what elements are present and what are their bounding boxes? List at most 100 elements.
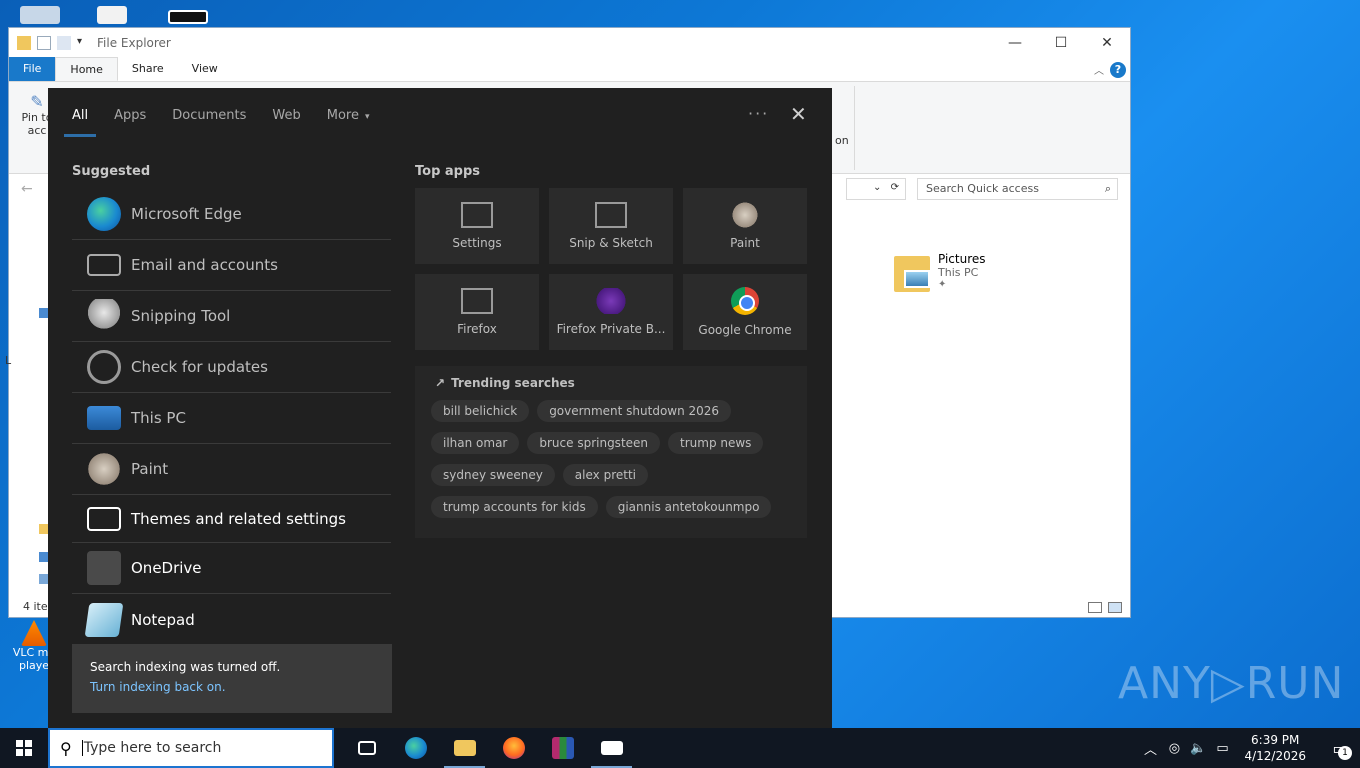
suggested-item-paint[interactable]: Paint (72, 444, 391, 495)
notification-count-badge: 1 (1338, 745, 1352, 760)
suggested-item-label: OneDrive (131, 559, 202, 577)
trending-chips: bill belichick government shutdown 2026 … (431, 400, 791, 518)
suggested-item-themes[interactable]: Themes and related settings (72, 495, 391, 543)
refresh-icon[interactable]: ⟳ (891, 182, 899, 193)
top-apps-grid: Settings Snip & Sketch Paint Firefox Fir… (415, 188, 808, 350)
top-app-settings[interactable]: Settings (415, 188, 539, 264)
explorer-title: File Explorer (97, 36, 171, 50)
tab-file[interactable]: File (9, 57, 56, 81)
help-icon[interactable]: ? (1110, 62, 1126, 78)
suggested-item-snipping-tool[interactable]: Snipping Tool (72, 291, 391, 342)
taskbar-edge[interactable] (391, 728, 440, 768)
ribbon-tabs: File Home Share View ︿ ? (9, 57, 1130, 82)
search-scope-tabs: All Apps Documents Web More ▾ (63, 108, 370, 137)
turn-indexing-on-link[interactable]: Turn indexing back on. (90, 680, 374, 694)
customize-toolbar-icon[interactable]: ▾ (77, 36, 87, 50)
top-app-google-chrome[interactable]: Google Chrome (683, 274, 807, 350)
tab-web[interactable]: Web (272, 108, 300, 137)
anyrun-watermark: ANY▷RUN (1118, 658, 1345, 709)
search-quick-access-input[interactable]: Search Quick access ⌕ (917, 178, 1118, 200)
trending-chip[interactable]: sydney sweeney (431, 464, 555, 486)
suggested-item-onedrive[interactable]: OneDrive (72, 543, 391, 594)
top-app-label: Firefox (457, 322, 497, 336)
view-switcher (1088, 602, 1122, 613)
trending-chip[interactable]: trump accounts for kids (431, 496, 598, 518)
volume-icon[interactable]: 🔈 (1186, 741, 1210, 756)
search-quick-access-placeholder: Search Quick access (926, 182, 1039, 195)
taskbar: ⚲ Type here to search ︿ ◎ 🔈 ▭ 6:39 PM 4/… (0, 728, 1360, 768)
close-button[interactable]: ✕ (1084, 28, 1130, 58)
address-dropdown[interactable]: ⌄ ⟳ (846, 178, 906, 200)
notepad-icon (84, 602, 124, 637)
suggested-item-notepad[interactable]: Notepad (72, 594, 391, 645)
network-icon[interactable]: ▭ (1210, 741, 1234, 756)
taskbar-search-box[interactable]: ⚲ Type here to search (48, 728, 334, 768)
snip-sketch-icon (595, 202, 627, 228)
trending-chip[interactable]: giannis antetokounmpo (605, 496, 772, 518)
edge-icon (404, 737, 427, 759)
top-apps-heading: Top apps (415, 164, 481, 179)
taskbar-file-explorer[interactable] (440, 728, 489, 768)
tab-apps[interactable]: Apps (114, 108, 146, 137)
maximize-button[interactable]: ☐ (1038, 28, 1084, 58)
trending-chip[interactable]: bill belichick (431, 400, 530, 422)
large-icons-view-icon[interactable] (1108, 602, 1122, 613)
top-app-label: Firefox Private B... (556, 322, 666, 336)
trending-chip[interactable]: ilhan omar (431, 432, 520, 454)
clock-date: 4/12/2026 (1244, 749, 1306, 763)
task-view-button[interactable] (342, 728, 391, 768)
search-icon: ⌕ (1104, 182, 1111, 195)
clock[interactable]: 6:39 PM 4/12/2026 (1244, 732, 1306, 764)
minimize-button[interactable]: — (992, 28, 1038, 58)
top-app-firefox-private[interactable]: Firefox Private B... (549, 274, 673, 350)
top-app-snip-sketch[interactable]: Snip & Sketch (549, 188, 673, 264)
themes-icon (87, 506, 121, 531)
details-view-icon[interactable] (1088, 602, 1102, 613)
trending-arrow-icon: ↗ (435, 376, 446, 390)
vlc-icon (21, 620, 47, 646)
suggested-item-this-pc[interactable]: This PC (72, 393, 391, 444)
top-app-label: Settings (452, 236, 502, 250)
top-app-firefox[interactable]: Firefox (415, 274, 539, 350)
system-tray: ︿ ◎ 🔈 ▭ 6:39 PM 4/12/2026 ▭ 1 (1138, 728, 1360, 768)
pictures-folder-item[interactable]: Pictures This PC ✦ (894, 252, 986, 292)
tab-all[interactable]: All (63, 108, 97, 137)
tab-home[interactable]: Home (55, 57, 118, 81)
suggested-item-check-for-updates[interactable]: Check for updates (72, 342, 391, 393)
trending-chip[interactable]: government shutdown 2026 (537, 400, 732, 422)
show-hidden-icons-icon[interactable]: ︿ (1138, 739, 1162, 758)
trending-chip[interactable]: alex pretti (562, 464, 648, 486)
meet-now-icon[interactable]: ◎ (1162, 741, 1186, 756)
pictures-folder-icon (894, 252, 930, 292)
start-button[interactable] (0, 728, 48, 768)
chrome-icon (731, 287, 759, 315)
desktop-icon-document[interactable] (82, 6, 142, 24)
tab-documents[interactable]: Documents (172, 108, 246, 137)
taskbar-app[interactable] (587, 728, 636, 768)
desktop-icon-app[interactable] (158, 10, 218, 24)
collapse-ribbon-icon[interactable]: ︿ (1094, 62, 1104, 77)
new-folder-icon[interactable] (57, 36, 71, 50)
action-center-button[interactable]: ▭ 1 (1320, 739, 1360, 760)
tab-more[interactable]: More ▾ (327, 108, 370, 137)
properties-icon[interactable] (37, 36, 51, 50)
tab-view[interactable]: View (178, 57, 232, 81)
top-app-paint[interactable]: Paint (683, 188, 807, 264)
suggested-item-label: Notepad (131, 610, 195, 629)
indexing-notice: Search indexing was turned off. Turn ind… (72, 644, 392, 713)
tab-share[interactable]: Share (118, 57, 178, 81)
desktop-icon-recycle-bin[interactable] (10, 6, 70, 24)
pictures-folder-location: This PC (938, 266, 979, 279)
suggested-item-email-and-accounts[interactable]: Email and accounts (72, 240, 391, 291)
taskbar-winrar[interactable] (538, 728, 587, 768)
clock-time: 6:39 PM (1251, 733, 1300, 747)
explorer-title-bar[interactable]: ▾ File Explorer — ☐ ✕ (9, 28, 1130, 58)
more-options-icon[interactable]: ··· (748, 104, 769, 123)
suggested-item-microsoft-edge[interactable]: Microsoft Edge (72, 189, 391, 240)
trending-chip[interactable]: trump news (668, 432, 764, 454)
taskbar-firefox[interactable] (489, 728, 538, 768)
trending-chip[interactable]: bruce springsteen (527, 432, 661, 454)
close-icon[interactable]: ✕ (790, 102, 807, 126)
firefox-icon (461, 288, 493, 314)
suggested-item-label: Microsoft Edge (131, 205, 242, 223)
